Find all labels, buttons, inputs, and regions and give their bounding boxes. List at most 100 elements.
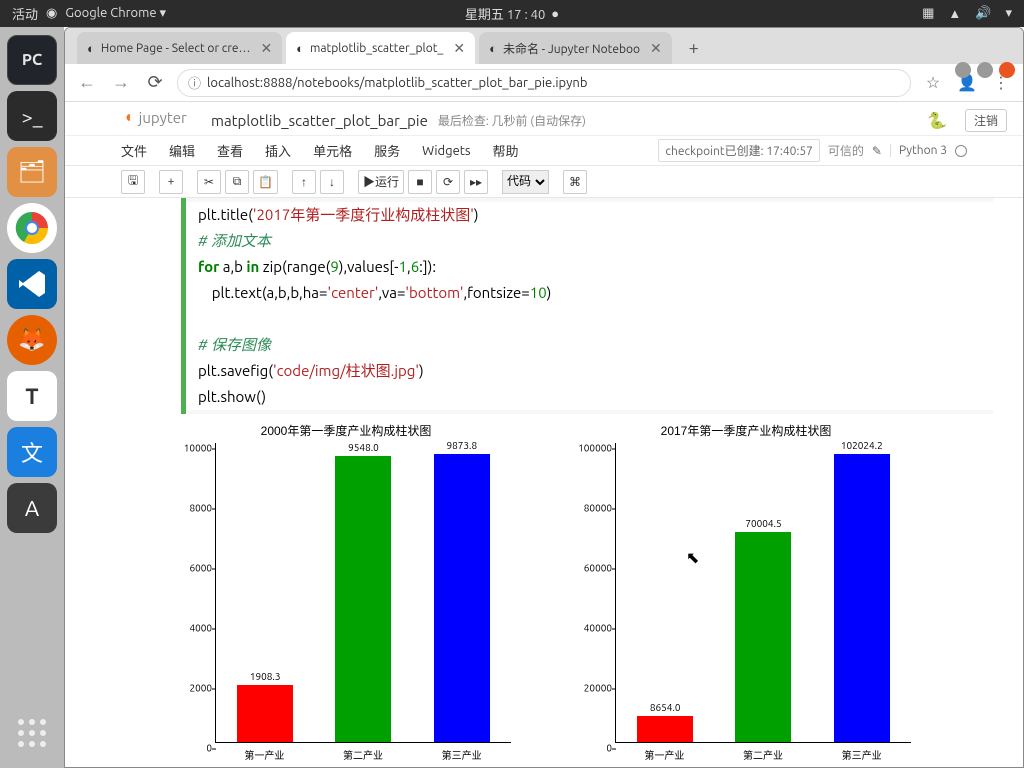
x-tick-label: 第二产业: [343, 747, 383, 762]
code-line: plt.title('2017年第一季度行业构成柱状图'): [186, 202, 993, 228]
menu-widgets[interactable]: Widgets: [422, 144, 470, 158]
code-cell[interactable]: plt.title('2017年第一季度行业构成柱状图') # 添加文本 for…: [181, 198, 993, 414]
move-down-button[interactable]: ↓: [320, 170, 344, 194]
dock-show-apps[interactable]: [7, 708, 57, 758]
x-axis-labels: 第一产业第二产业第三产业: [615, 747, 911, 762]
maximize-button[interactable]: [977, 62, 993, 78]
jupyter-icon: ◐: [296, 41, 304, 56]
python-kernel-icon: 🐍: [927, 111, 947, 130]
code-line: # 保存图像: [186, 332, 993, 358]
jupyter-header: ◐jupyter matplotlib_scatter_plot_bar_pie…: [65, 102, 1023, 136]
bar-plot: 0200004000060000800001000008654.070004.5…: [615, 443, 911, 743]
volume-icon[interactable]: 🔊: [975, 6, 991, 21]
bar-value-label: 9548.0: [348, 442, 379, 453]
kernel-status-icon: [955, 145, 967, 157]
new-tab-button[interactable]: +: [680, 34, 708, 62]
url-text: localhost:8888/notebooks/matplotlib_scat…: [207, 76, 587, 90]
logout-button[interactable]: 注销: [965, 109, 1007, 132]
run-button[interactable]: ▶运行: [358, 170, 404, 194]
notebook-area: plt.title('2017年第一季度行业构成柱状图') # 添加文本 for…: [65, 198, 1023, 767]
dock-text-editor[interactable]: T: [7, 371, 57, 421]
chrome-icon: ◉: [46, 6, 57, 21]
forward-button[interactable]: →: [109, 72, 133, 93]
network-icon[interactable]: ▲: [948, 6, 961, 21]
command-palette-button[interactable]: ⌘: [563, 170, 587, 194]
paste-button[interactable]: 📋: [253, 170, 278, 194]
bar-value-label: 1908.3: [250, 671, 281, 682]
celltype-select[interactable]: 代码: [502, 170, 549, 194]
jupyter-orb-icon: ◐: [125, 108, 135, 127]
bookmark-icon[interactable]: ☆: [921, 73, 945, 92]
menu-edit[interactable]: 编辑: [169, 141, 195, 160]
y-tick-label: 40000: [572, 623, 612, 634]
url-input[interactable]: ⓘ localhost:8888/notebooks/matplotlib_sc…: [177, 69, 911, 97]
dock-firefox[interactable]: 🦊: [7, 315, 57, 365]
power-icon[interactable]: ▾: [1005, 6, 1012, 21]
copy-button[interactable]: ⧉: [225, 170, 249, 194]
browser-window: ◐ Home Page - Select or cre… ✕ ◐ matplot…: [64, 27, 1024, 768]
dock: PC >_ 🗂 🦊 T 文 A: [0, 27, 64, 768]
y-tick-label: 60000: [572, 563, 612, 574]
tab-label: Home Page - Select or cre…: [101, 42, 251, 55]
bar: 1908.3: [237, 685, 293, 742]
jupyter-icon: ◐: [87, 41, 95, 56]
trusted-label[interactable]: 可信的: [828, 142, 864, 159]
last-checkpoint-label: 最后检查: 几秒前 (自动保存): [438, 112, 586, 129]
tab-close-icon[interactable]: ✕: [453, 40, 465, 57]
dock-pycharm[interactable]: PC: [7, 35, 57, 85]
y-tick-label: 8000: [172, 503, 212, 514]
jupyter-menu: 文件 编辑 查看 插入 单元格 服务 Widgets 帮助 checkpoint…: [65, 136, 1023, 166]
fastforward-button[interactable]: ▸▸: [464, 170, 488, 194]
chart-right: 2017年第一季度产业构成柱状图 02000040000600008000010…: [571, 422, 921, 762]
dock-updater[interactable]: A: [7, 483, 57, 533]
tab-close-icon[interactable]: ✕: [260, 40, 272, 57]
close-button[interactable]: [999, 62, 1015, 78]
insert-cell-button[interactable]: +: [159, 170, 183, 194]
y-tick-label: 0: [172, 743, 212, 754]
bar-plot: 02000400060008000100001908.39548.09873.8: [215, 443, 511, 743]
y-tick-label: 4000: [172, 623, 212, 634]
dock-terminal[interactable]: >_: [7, 91, 57, 141]
bar-value-label: 102024.2: [841, 440, 883, 451]
save-button[interactable]: 🖫: [121, 170, 145, 194]
kernel-name[interactable]: Python 3: [890, 144, 947, 157]
dock-chrome[interactable]: [7, 203, 57, 253]
menu-insert[interactable]: 插入: [265, 141, 291, 160]
menu-help[interactable]: 帮助: [493, 141, 519, 160]
bar: 9548.0: [335, 456, 391, 742]
menu-file[interactable]: 文件: [121, 141, 147, 160]
tab-close-icon[interactable]: ✕: [650, 40, 662, 57]
bar: 70004.5: [735, 532, 791, 742]
cut-button[interactable]: ✂: [197, 170, 221, 194]
code-line: [186, 306, 993, 332]
dock-vscode[interactable]: [7, 259, 57, 309]
active-app-label[interactable]: Google Chrome ▾: [65, 6, 166, 21]
restart-button[interactable]: ⟳: [436, 170, 460, 194]
menu-cell[interactable]: 单元格: [313, 141, 352, 160]
notification-dot-icon: ●: [551, 6, 559, 21]
y-tick-label: 80000: [572, 503, 612, 514]
x-axis-labels: 第一产业第二产业第三产业: [215, 747, 511, 762]
stop-button[interactable]: ■: [408, 170, 432, 194]
back-button[interactable]: ←: [75, 72, 99, 93]
dock-files[interactable]: 🗂: [7, 147, 57, 197]
site-info-icon[interactable]: ⓘ: [188, 73, 201, 92]
menu-kernel[interactable]: 服务: [374, 141, 400, 160]
reload-button[interactable]: ⟳: [143, 72, 167, 93]
jupyter-logo[interactable]: ◐jupyter: [125, 108, 187, 127]
move-up-button[interactable]: ↑: [292, 170, 316, 194]
browser-tab[interactable]: ◐ 未命名 - Jupyter Noteboo ✕: [479, 32, 672, 64]
activities-label[interactable]: 活动: [12, 4, 38, 23]
cell-output: 2000年第一季度产业构成柱状图 02000400060008000100001…: [121, 414, 993, 762]
dock-dictionary[interactable]: 文: [7, 427, 57, 477]
minimize-button[interactable]: [955, 62, 971, 78]
browser-tab[interactable]: ◐ Home Page - Select or cre… ✕: [77, 32, 282, 64]
grid-icon[interactable]: ▦: [922, 6, 934, 21]
jupyter-icon: ◐: [489, 41, 497, 56]
browser-tab-active[interactable]: ◐ matplotlib_scatter_plot_ ✕: [286, 32, 475, 64]
clock-label[interactable]: 星期五 17 : 40: [465, 4, 545, 23]
menu-view[interactable]: 查看: [217, 141, 243, 160]
x-tick-label: 第三产业: [442, 747, 482, 762]
edit-icon[interactable]: ✎: [872, 144, 882, 158]
notebook-title[interactable]: matplotlib_scatter_plot_bar_pie: [211, 112, 428, 129]
